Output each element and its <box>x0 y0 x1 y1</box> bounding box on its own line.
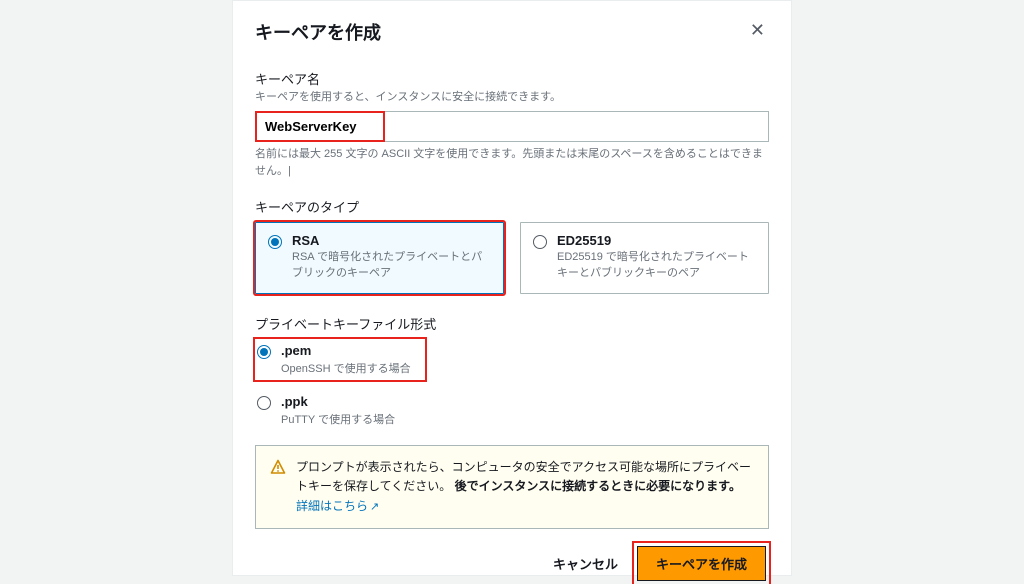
type-ed25519-desc: ED25519 で暗号化されたプライベートキーとパブリックキーのペア <box>557 250 756 281</box>
keypair-name-input[interactable] <box>257 113 383 140</box>
radio-icon <box>257 345 271 359</box>
format-pem-desc: OpenSSH で使用する場合 <box>281 360 411 376</box>
close-icon[interactable]: ✕ <box>746 19 769 41</box>
modal-header: キーペアを作成 ✕ <box>255 19 769 45</box>
modal-title: キーペアを作成 <box>255 19 381 45</box>
create-button-highlight: キーペアを作成 <box>634 543 769 584</box>
keypair-name-helper: 名前には最大 255 文字の ASCII 文字を使用できます。先頭または末尾のス… <box>255 146 769 179</box>
download-warning-alert: プロンプトが表示されたら、コンピュータの安全でアクセス可能な場所にプライベートキ… <box>255 445 769 529</box>
keypair-type-ed25519[interactable]: ED25519 ED25519 で暗号化されたプライベートキーとパブリックキーの… <box>520 222 769 294</box>
key-format-section: プライベートキーファイル形式 .pem OpenSSH で使用する場合 .ppk… <box>255 314 769 431</box>
type-rsa-desc: RSA で暗号化されたプライベートとパブリックのキーペア <box>292 250 491 281</box>
keypair-name-label: キーペア名 <box>255 69 769 88</box>
keypair-type-label: キーペアのタイプ <box>255 197 769 216</box>
alert-text: プロンプトが表示されたら、コンピュータの安全でアクセス可能な場所にプライベートキ… <box>296 458 754 516</box>
keypair-name-input-extent[interactable] <box>385 111 769 142</box>
format-ppk-title: .ppk <box>281 394 395 409</box>
format-ppk-desc: PuTTY で使用する場合 <box>281 411 395 427</box>
keypair-name-desc: キーペアを使用すると、インスタンスに安全に接続できます。 <box>255 90 769 105</box>
learn-more-link[interactable]: 詳細はこちら↗ <box>296 499 379 513</box>
key-format-label: プライベートキーファイル形式 <box>255 314 769 333</box>
keypair-type-rsa[interactable]: RSA RSA で暗号化されたプライベートとパブリックのキーペア <box>255 222 504 294</box>
external-link-icon: ↗ <box>370 501 379 513</box>
keypair-name-highlight <box>255 111 385 142</box>
format-pem-title: .pem <box>281 343 411 358</box>
type-ed25519-title: ED25519 <box>557 233 756 248</box>
type-rsa-title: RSA <box>292 233 491 248</box>
format-ppk[interactable]: .ppk PuTTY で使用する場合 <box>255 390 769 431</box>
radio-icon <box>268 235 282 249</box>
warning-icon <box>270 459 286 475</box>
alert-text-bold: 後でインスタンスに接続するときに必要になります。 <box>455 479 741 493</box>
keypair-type-section: キーペアのタイプ RSA RSA で暗号化されたプライベートとパブリックのキーペ… <box>255 197 769 294</box>
learn-more-label: 詳細はこちら <box>296 499 368 513</box>
format-pem[interactable]: .pem OpenSSH で使用する場合 <box>255 339 425 380</box>
radio-icon <box>257 396 271 410</box>
create-keypair-modal: キーペアを作成 ✕ キーペア名 キーペアを使用すると、インスタンスに安全に接続で… <box>232 0 792 576</box>
radio-icon <box>533 235 547 249</box>
modal-footer: キャンセル キーペアを作成 <box>255 543 769 584</box>
keypair-name-section: キーペア名 キーペアを使用すると、インスタンスに安全に接続できます。 名前には最… <box>255 69 769 179</box>
